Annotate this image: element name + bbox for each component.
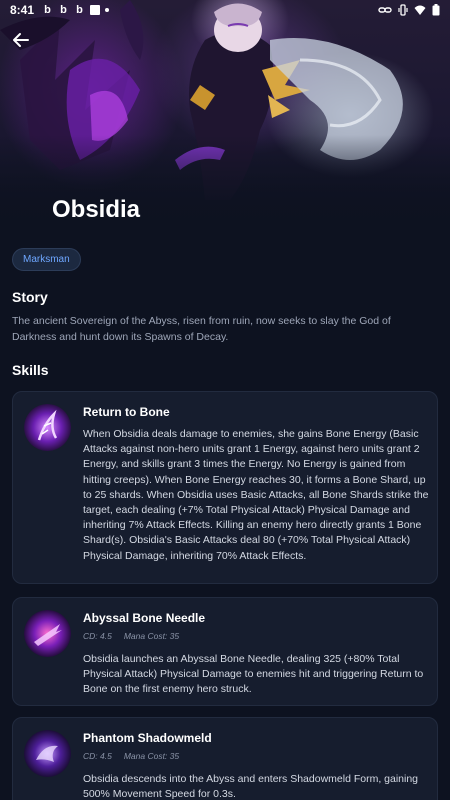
- notification-icons: b b b: [42, 4, 110, 16]
- skill-icon-return-to-bone: [24, 404, 71, 451]
- skill-cooldown: CD: 4.5: [83, 631, 112, 641]
- skill-name: Phantom Shadowmeld: [83, 731, 212, 745]
- wifi-icon: [414, 5, 426, 15]
- skills-heading: Skills: [12, 362, 49, 378]
- skill-meta: CD: 4.5 Mana Cost: 35: [83, 631, 179, 641]
- notification-b-icon: b: [76, 4, 83, 16]
- notification-dot-icon: [105, 8, 110, 12]
- hero-name-title: Obsidia: [52, 196, 141, 223]
- skill-name: Return to Bone: [83, 405, 170, 419]
- skill-card[interactable]: Abyssal Bone Needle CD: 4.5 Mana Cost: 3…: [12, 597, 438, 706]
- skill-name: Abyssal Bone Needle: [83, 611, 206, 625]
- status-time: 8:41: [10, 3, 35, 17]
- skill-cooldown: CD: 4.5: [83, 751, 112, 761]
- notification-b-icon: b: [44, 4, 51, 16]
- role-chip[interactable]: Marksman: [12, 248, 81, 271]
- notification-b-icon: b: [60, 4, 67, 16]
- skill-description: Obsidia descends into the Abyss and ente…: [83, 773, 419, 800]
- skill-description: Obsidia launches an Abyssal Bone Needle,…: [83, 653, 424, 696]
- notification-square-icon: [90, 5, 101, 15]
- skill-meta: CD: 4.5 Mana Cost: 35: [83, 751, 179, 761]
- back-button[interactable]: [9, 28, 33, 52]
- status-bar: 8:41 b b b: [0, 0, 450, 20]
- status-icons-right: [378, 4, 440, 16]
- skill-icon-phantom-shadowmeld: [24, 730, 71, 777]
- battery-icon: [432, 4, 440, 16]
- skill-icon-abyssal-bone-needle: [24, 610, 71, 657]
- skill-card[interactable]: Phantom Shadowmeld CD: 4.5 Mana Cost: 35…: [12, 717, 438, 800]
- vibrate-icon: [398, 4, 408, 16]
- link-icon: [378, 7, 392, 13]
- skill-mana-cost: Mana Cost: 35: [123, 751, 180, 761]
- skill-card[interactable]: Return to Bone When Obsidia deals damage…: [12, 391, 438, 584]
- back-arrow-icon: [13, 33, 29, 47]
- skill-mana-cost: Mana Cost: 35: [123, 631, 180, 641]
- skill-description: When Obsidia deals damage to enemies, sh…: [83, 428, 429, 562]
- story-heading: Story: [12, 289, 48, 305]
- story-text: The ancient Sovereign of the Abyss, rise…: [12, 315, 391, 343]
